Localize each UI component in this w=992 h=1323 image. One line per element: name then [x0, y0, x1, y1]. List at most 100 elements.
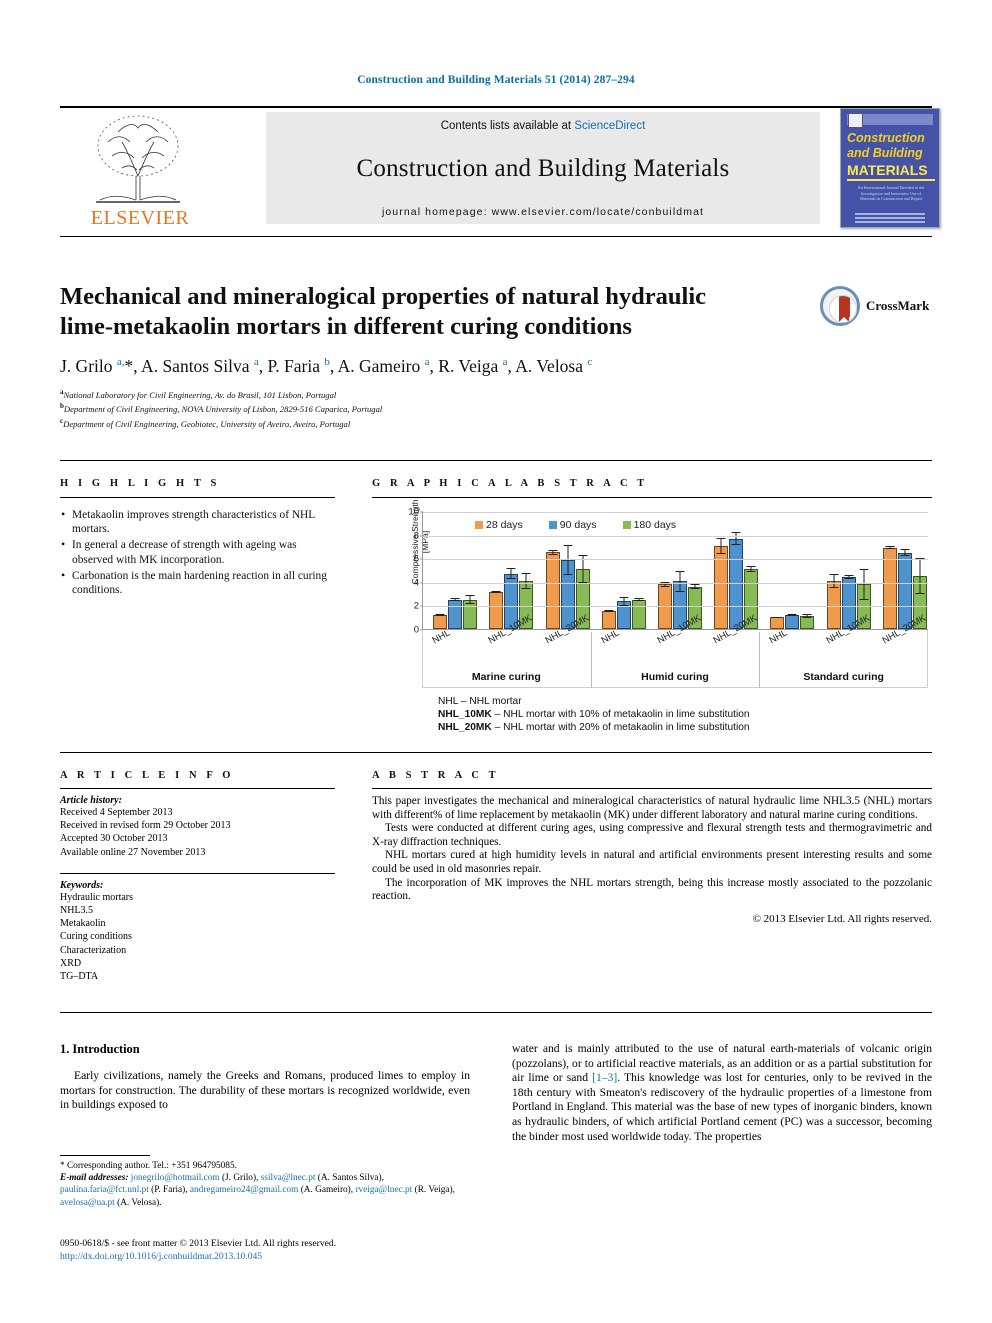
chart-error-cap	[563, 544, 573, 546]
chart-x-tick-labels: NHL NHL_10MK NHL_20MK NHL NHL_10MK NHL_20MK NH…	[422, 612, 928, 672]
chart-bar	[433, 511, 448, 629]
crossmark-label: CrossMark	[866, 298, 930, 313]
email-owner: (A. Gameiro),	[298, 1185, 356, 1196]
chart-y-tickmark	[420, 605, 423, 607]
chart-bar-group	[826, 511, 871, 629]
crossmark-badge[interactable]: CrossMark	[820, 286, 930, 330]
chart-error-cap	[521, 572, 531, 574]
email-link[interactable]: rveiga@lnec.pt	[355, 1185, 412, 1195]
chart-error-cap	[563, 574, 573, 576]
chart-error-bar	[506, 567, 516, 580]
cover-title-line3: MATERIALS	[847, 162, 935, 181]
corresponding-author-note: * Corresponding author. Tel.: +351 96479…	[60, 1161, 237, 1171]
chart-error-bar	[435, 613, 445, 617]
citation-link[interactable]: [1–3]	[592, 1071, 617, 1084]
email-link[interactable]: ssilva@lnec.pt	[261, 1173, 316, 1183]
chart-abbreviation-notes: NHL – NHL mortar NHL_10MK – NHL mortar w…	[438, 695, 938, 735]
divider-above-highlights	[60, 460, 932, 461]
article-info-section: A R T I C L E I N F O Article history: R…	[60, 770, 335, 983]
masthead-top-rule	[60, 106, 932, 108]
section-heading-introduction: 1. Introduction	[60, 1042, 140, 1056]
email-link[interactable]: jonegrilo@hotmail.com	[131, 1173, 220, 1183]
highlights-heading: H I G H L I G H T S	[60, 478, 220, 489]
email-owner: (R. Veiga),	[412, 1185, 455, 1196]
elsevier-tree-icon	[96, 115, 180, 203]
chart-error-bar	[450, 597, 460, 602]
chart-error-bar	[885, 546, 895, 549]
chart-error-cap	[716, 553, 726, 555]
chart-error-cap	[746, 565, 756, 567]
chart-bar	[714, 511, 729, 629]
chart-y-tickmark	[420, 582, 423, 584]
journal-homepage[interactable]: journal homepage: www.elsevier.com/locat…	[382, 206, 704, 218]
email-addresses-label: E-mail addresses:	[60, 1173, 129, 1184]
chart-error-cap	[578, 554, 588, 556]
graphical-abstract-chart: Compressive Strength [MPa] 28 days 90 day…	[378, 499, 932, 740]
chart-error-bar	[604, 610, 614, 613]
affiliation-text: National Laboratory for Civil Engineerin…	[63, 389, 337, 400]
chart-gridline	[423, 512, 928, 513]
email-link[interactable]: paulina.faria@fct.unl.pt	[60, 1185, 149, 1195]
chart-error-cap	[675, 570, 685, 572]
chart-error-cap	[619, 596, 629, 598]
abstract-paragraph: The incorporation of MK improves the NHL…	[372, 876, 932, 903]
chart-error-bar	[634, 598, 644, 601]
chart-bar	[631, 511, 646, 629]
abstract-copyright: © 2013 Elsevier Ltd. All rights reserved…	[752, 912, 932, 925]
chart-error-cap	[915, 592, 925, 594]
chart-error-cap	[604, 611, 614, 613]
email-owner: (A. Santos Silva),	[315, 1173, 384, 1184]
chart-error-bar	[802, 614, 812, 618]
chart-bar	[489, 511, 504, 629]
article-info-rule	[60, 788, 335, 789]
chart-error-cap	[731, 532, 741, 534]
affiliation-item: aNational Laboratory for Civil Engineeri…	[60, 387, 932, 401]
chart-error-cap	[802, 614, 812, 616]
chart-bar	[575, 511, 590, 629]
chart-error-bar	[859, 568, 869, 600]
chart-bar-fill	[489, 591, 504, 629]
chart-error-bar	[900, 549, 910, 557]
journal-masthead: ELSEVIER Contents lists available at Sci…	[60, 106, 940, 237]
email-owner: (J. Grilo),	[219, 1173, 261, 1184]
running-head: Construction and Building Materials 51 (…	[357, 74, 635, 86]
footer-copyright-block: 0950-0618/$ - see front matter © 2013 El…	[60, 1238, 490, 1263]
chart-bar	[912, 511, 927, 629]
article-history-title: Article history:	[60, 795, 122, 806]
chart-error-cap	[731, 544, 741, 546]
chart-gridline	[423, 559, 928, 561]
keyword-item: TG–DTA	[60, 971, 99, 983]
note-def: – NHL mortar with 10% of metakaolin in l…	[491, 709, 750, 721]
crossmark-ribbon-icon	[839, 296, 850, 322]
graphical-abstract-section: G R A P H I C A L A B S T R A C T	[372, 478, 932, 498]
chart-bar	[601, 511, 616, 629]
chart-panel-label: Humid curing	[641, 671, 709, 683]
chart-error-bar	[548, 549, 558, 555]
abstract-paragraph: This paper investigates the mechanical a…	[372, 795, 932, 821]
doi-link[interactable]: http://dx.doi.org/10.1016/j.conbuildmat.…	[60, 1251, 490, 1264]
keyword-item: Curing conditions	[60, 931, 132, 943]
affiliation-text: Department of Civil Engineering, Geobiot…	[63, 418, 351, 429]
paper-page: Construction and Building Materials 51 (…	[0, 0, 992, 1323]
chart-error-cap	[675, 590, 685, 592]
article-history-item: Accepted 30 October 2013	[60, 833, 168, 845]
chart-error-cap	[829, 586, 839, 588]
elsevier-wordmark: ELSEVIER	[90, 207, 190, 229]
cover-title-line1: Construction and Building	[847, 131, 935, 161]
keyword-item: Hydraulic mortars	[60, 891, 134, 903]
author-list: J. Grilo a,*, A. Santos Silva a, P. Fari…	[60, 356, 593, 376]
cover-line1: Construction	[847, 131, 925, 145]
chart-bar	[463, 511, 478, 629]
email-link[interactable]: avelosa@ua.pt	[60, 1198, 115, 1208]
email-link[interactable]: andregameiro24@gmail.com	[190, 1185, 298, 1195]
chart-y-tick: 2	[413, 600, 419, 612]
crossmark-icon	[820, 286, 860, 326]
chart-error-bar	[716, 537, 726, 555]
chart-error-cap	[506, 578, 516, 580]
highlights-list: Metakaolin improves strength characteris…	[60, 507, 335, 597]
chart-error-cap	[859, 568, 869, 570]
sciencedirect-link[interactable]: ScienceDirect	[574, 120, 645, 132]
contents-list-line: Contents lists available at ScienceDirec…	[441, 120, 646, 132]
article-info-heading: A R T I C L E I N F O	[60, 770, 235, 781]
note-def: – NHL mortar with 20% of metakaolin in l…	[491, 722, 750, 734]
